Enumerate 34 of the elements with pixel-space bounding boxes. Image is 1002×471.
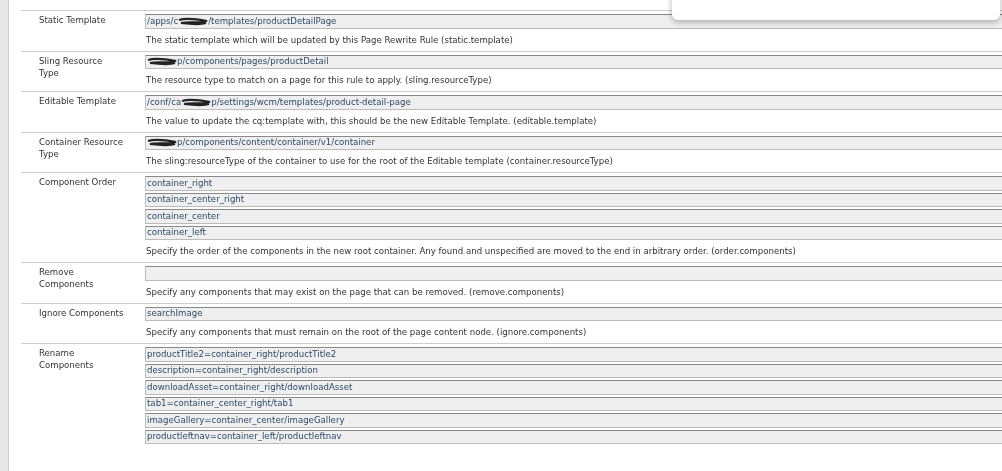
field-description: Specify any components that may exist on the page that can be removed. (remove.components) — [145, 285, 566, 299]
field-label: Ignore Components — [38, 306, 125, 320]
input-field[interactable]: p/components/pages/productDetail — [145, 54, 1002, 69]
input-field[interactable]: imageGallery=container_center/imageGallery — [145, 413, 1002, 428]
field-description: The resource type to match on a page for this rule to apply. (sling.resourceType) — [145, 74, 493, 87]
field-description: The sling:resourceType of the container to use for the root of the Editable template (container.resourceType) — [145, 155, 614, 168]
field-label: Sling Resource Type — [38, 54, 104, 80]
input-field[interactable]: container_left — [145, 225, 1002, 240]
input-field[interactable]: container_center_right — [145, 192, 1002, 207]
redaction-scribble — [147, 138, 177, 148]
field-description: Specify the order of the components in the new root container. Any found and unspecified are moved to the end in arbitrary order. (order.components) — [145, 245, 797, 258]
input-field[interactable] — [145, 266, 1002, 281]
input-field[interactable]: searchImage — [145, 306, 1002, 321]
input-field[interactable]: downloadAsset=container_right/downloadAsset — [145, 380, 1002, 395]
input-field[interactable]: container_right — [145, 176, 1002, 191]
redaction-scribble — [178, 16, 209, 26]
field-label: Rename Components — [38, 347, 95, 373]
field-label: Container Resource Type — [38, 135, 125, 161]
input-field[interactable]: p/components/content/container/v1/container — [145, 135, 1002, 150]
field-description: The value to update the cq:template with, this should be the new Editable Template. (editable.template) — [145, 114, 598, 128]
redaction-scribble — [147, 57, 177, 67]
field-label: Editable Template — [38, 95, 117, 108]
redaction-scribble — [181, 97, 212, 107]
input-field[interactable]: /conf/ca p/settings/wcm/templates/product-detail-page — [145, 95, 1002, 110]
field-description: Specify any components that must remain on the root of the page content node. (ignore.components) — [145, 326, 588, 339]
input-field[interactable]: productleftnav=container_left/productleftnav — [145, 429, 1002, 444]
field-label: Static Template — [38, 14, 107, 27]
input-field[interactable]: tab1=container_center_right/tab1 — [145, 396, 1002, 411]
input-field[interactable]: description=container_right/description — [145, 363, 1002, 378]
input-field[interactable]: productTitle2=container_right/productTitle2 — [145, 347, 1002, 362]
input-field[interactable]: container_center — [145, 209, 1002, 224]
field-label: Component Order — [38, 176, 118, 189]
field-description: The static template which will be updated by this Page Rewrite Rule (static.template) — [145, 33, 514, 47]
field-label: Remove Components — [38, 266, 95, 292]
